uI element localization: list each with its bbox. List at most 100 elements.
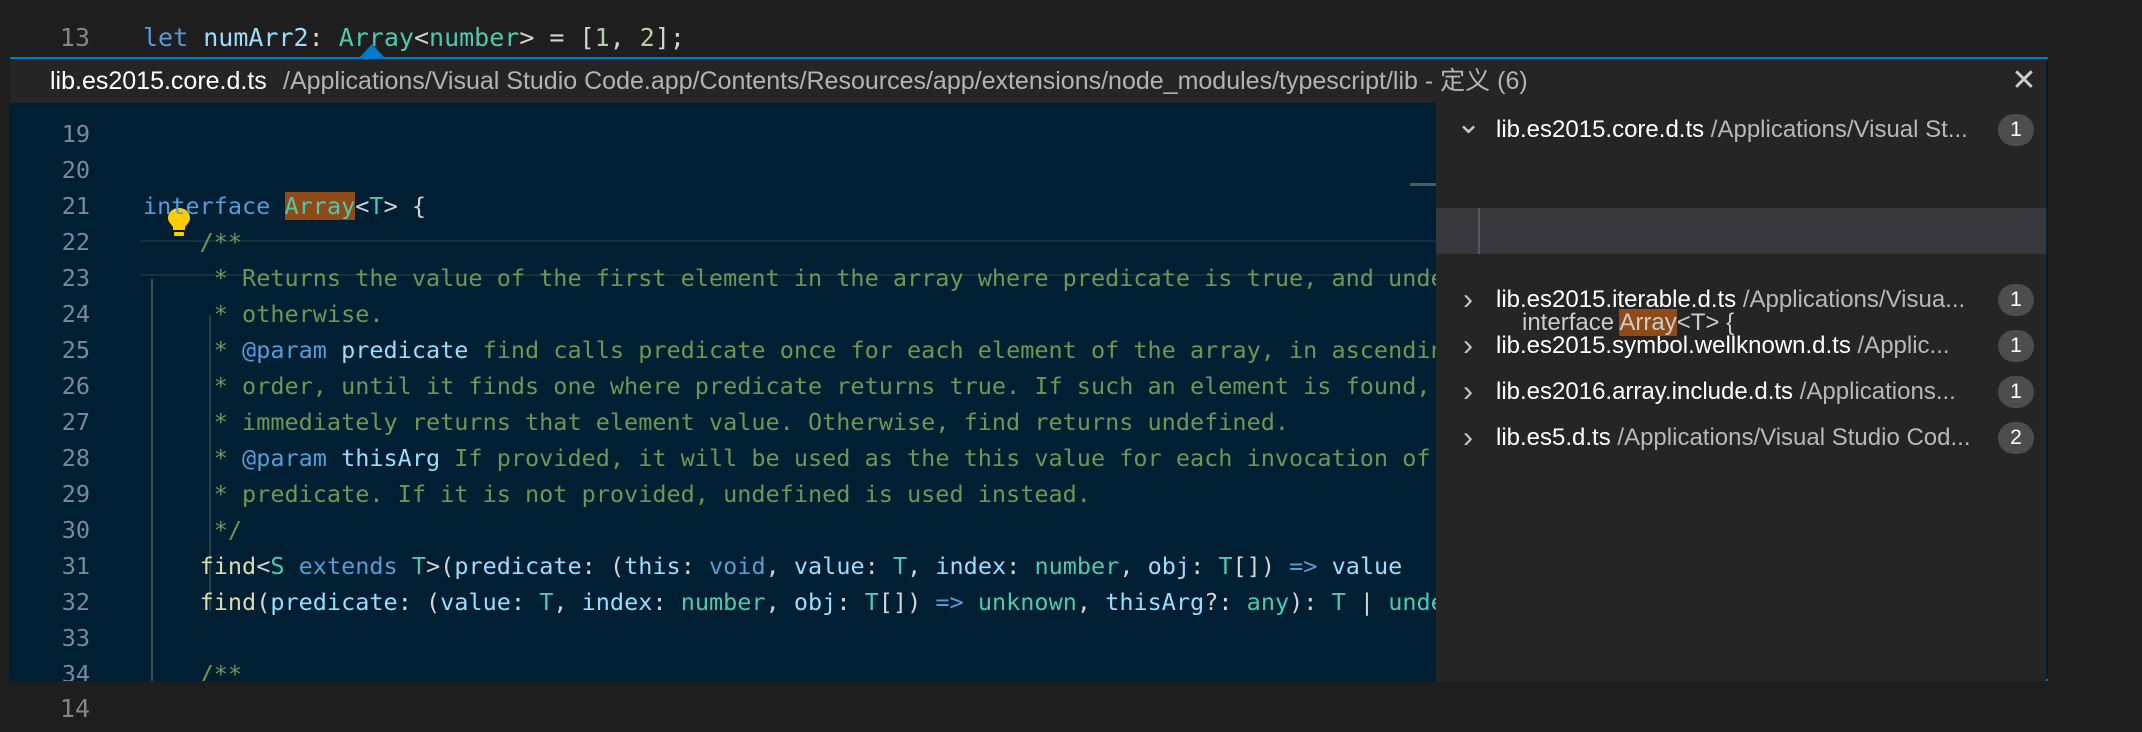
code-token: 1	[594, 23, 610, 52]
code-token: T	[539, 588, 554, 616]
match-highlight: Array	[1619, 309, 1677, 336]
code-line[interactable]: 20	[10, 152, 1436, 188]
code-line[interactable]: 30 */	[10, 512, 1436, 548]
code-token: @param	[242, 444, 327, 472]
vscode-editor: 13 let numArr2: Array<number> = [1, 2]; …	[0, 0, 2142, 732]
reference-match-row[interactable]: interface Array<T> {	[1436, 208, 2046, 336]
reference-file-item[interactable]: ⌄ lib.es2015.core.d.ts /Applications/Visu…	[1436, 107, 2046, 153]
code-token: ,	[553, 588, 582, 616]
line-code: * Returns the value of the first element…	[143, 260, 1436, 296]
close-icon[interactable]: ✕	[2008, 59, 2040, 103]
code-token: ,	[907, 552, 936, 580]
code-token: >(	[426, 552, 455, 580]
code-line[interactable]: 21 interface Array<T> {	[10, 188, 1436, 224]
line-code: */	[143, 512, 242, 548]
code-line[interactable]: 27 * immediately returns that element va…	[10, 404, 1436, 440]
line-code: find<S extends T>(predicate: (this: void…	[143, 548, 1403, 584]
chevron-down-icon[interactable]: ⌄	[1456, 107, 1481, 153]
code-token: obj	[793, 588, 837, 616]
peek-path-text: /Applications/Visual Studio Code.app/Con…	[283, 67, 1418, 95]
peek-file-title[interactable]: lib.es2015.core.d.ts	[50, 59, 267, 103]
code-token: number	[429, 23, 520, 52]
code-token: > {	[383, 192, 427, 220]
reference-count-badge: 1	[1998, 114, 2034, 146]
line-number: 23	[61, 264, 90, 292]
code-line[interactable]: 29 * predicate. If it is not provided, u…	[10, 476, 1436, 512]
code-line[interactable]: 22 /**	[10, 224, 1436, 260]
line-code: * predicate. If it is not provided, unde…	[143, 476, 1091, 512]
code-token: S	[270, 552, 285, 580]
line-number: 31	[61, 552, 90, 580]
code-token: value	[1331, 552, 1403, 580]
references-tree[interactable]: ⌄ lib.es2015.core.d.ts /Applications/Visu…	[1436, 103, 2046, 681]
code-token: T	[864, 588, 879, 616]
code-token: number	[1034, 552, 1120, 580]
peek-code-editor[interactable]: 19 20 21 interface Array<T> {22 /** 23 * Ret…	[10, 103, 1436, 681]
code-line[interactable]: 34 /**	[10, 656, 1436, 681]
code-line[interactable]: 28 * @param thisArg If provided, it will…	[10, 440, 1436, 476]
code-token: let	[143, 23, 189, 52]
reference-file-path: /Applications/Visual Studio Cod...	[1617, 424, 1971, 451]
match-prefix: interface	[1522, 309, 1620, 336]
code-token: void	[709, 552, 766, 580]
code-token: :	[864, 552, 893, 580]
chevron-right-icon[interactable]: ›	[1456, 415, 1480, 461]
line-number: 34	[61, 660, 90, 681]
editor-line-13[interactable]: 13 let numArr2: Array<number> = [1, 2];	[0, 14, 2142, 62]
line-number: 19	[61, 120, 90, 148]
code-line[interactable]: 33	[10, 620, 1436, 656]
code-token: @param	[242, 336, 327, 364]
line-code: find(predicate: (value: T, index: number…	[143, 584, 1436, 620]
code-token: :	[1006, 552, 1035, 580]
code-line[interactable]: 23 * Returns the value of the first elem…	[10, 260, 1436, 296]
tree-indent-guide	[1478, 208, 1480, 254]
code-token: |	[1345, 588, 1389, 616]
code-token: =>	[935, 588, 964, 616]
code-token: number	[680, 588, 766, 616]
code-token: 2	[639, 23, 655, 52]
line-code[interactable]: let numArr2: Array<number> = [1, 2];	[143, 14, 685, 62]
code-token: numArr2	[203, 23, 309, 52]
line-number: 20	[61, 156, 90, 184]
code-token: /**	[199, 660, 243, 681]
line-code: * order, until it finds one where predic…	[143, 368, 1436, 404]
code-token: predicate	[270, 588, 398, 616]
code-token: ,	[609, 23, 640, 52]
code-line[interactable]: 26 * order, until it finds one where pre…	[10, 368, 1436, 404]
code-token: T	[1218, 552, 1233, 580]
line-number: 27	[61, 408, 90, 436]
code-line[interactable]: 25 * @param predicate find calls predica…	[10, 332, 1436, 368]
code-line[interactable]: 19	[10, 116, 1436, 152]
code-token: obj	[1147, 552, 1191, 580]
reference-file-label: lib.es5.d.ts /Applications/Visual Studio…	[1496, 415, 1971, 461]
code-token: predicate	[454, 552, 582, 580]
code-token: extends	[298, 552, 398, 580]
reference-file-item[interactable]: ›lib.es2016.array.include.d.ts /Applicat…	[1436, 369, 2046, 415]
editor-line-14[interactable]: 14	[0, 685, 2142, 732]
code-token: T	[1331, 588, 1346, 616]
code-token: : (	[581, 552, 625, 580]
reference-file-item[interactable]: › lib.es5.d.ts /Applications/Visual Studi…	[1436, 415, 2046, 461]
reference-count-badge: 1	[1998, 330, 2034, 362]
code-line[interactable]: 24 * otherwise.	[10, 296, 1436, 332]
line-number: 22	[61, 228, 90, 256]
line-code: interface Array<T> {	[143, 188, 426, 224]
line-number: 32	[61, 588, 90, 616]
code-line[interactable]: 31 find<S extends T>(predicate: (this: v…	[10, 548, 1436, 584]
code-token: ?:	[1204, 588, 1247, 616]
reference-file-path: /Applications...	[1799, 378, 1956, 405]
code-token: ,	[765, 588, 794, 616]
peek-pointer-arrow	[360, 44, 384, 57]
code-line[interactable]: 32 find(predicate: (value: T, index: num…	[10, 584, 1436, 620]
line-number: 25	[61, 336, 90, 364]
code-token: * otherwise.	[213, 300, 384, 328]
peek-definition-widget: lib.es2015.core.d.ts /Applications/Visua…	[10, 57, 2048, 681]
code-token: T	[369, 192, 384, 220]
